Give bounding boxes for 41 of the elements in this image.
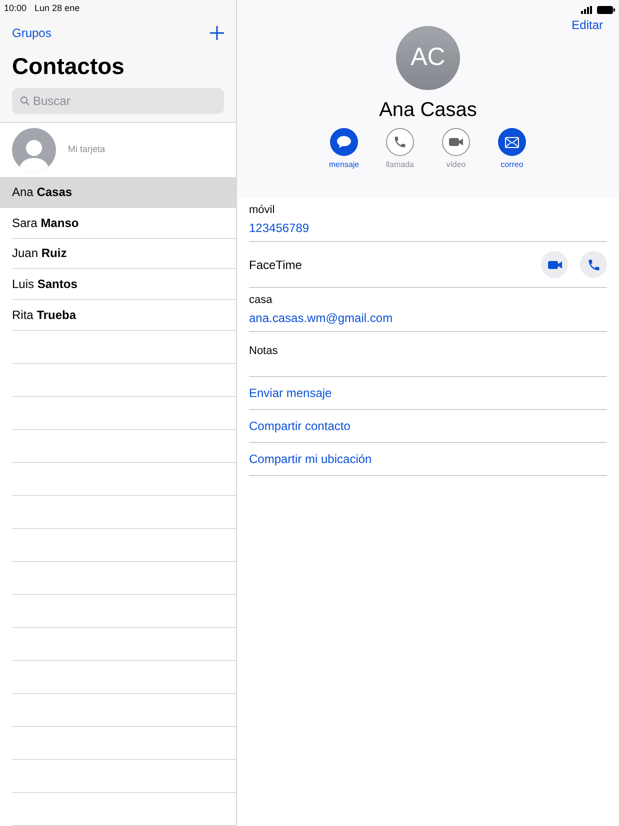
edit-link[interactable]: Editar bbox=[572, 16, 619, 34]
search-field[interactable]: Buscar bbox=[12, 88, 224, 114]
phone-icon bbox=[393, 135, 407, 149]
contact-item[interactable]: Juan Ruiz bbox=[12, 238, 236, 270]
signal-icon bbox=[581, 6, 593, 14]
page-title: Contactos bbox=[11, 52, 126, 81]
notes-label: Notas bbox=[249, 345, 278, 357]
action-link[interactable]: Compartir mi ubicación bbox=[249, 450, 372, 468]
contact-item[interactable]: Ana Casas bbox=[0, 177, 236, 208]
envelope-icon bbox=[505, 136, 519, 148]
audio-call-button[interactable] bbox=[580, 251, 607, 278]
video-camera-icon bbox=[448, 136, 464, 148]
status-date: Lun 28 ene bbox=[34, 2, 80, 15]
action-label: mensaje bbox=[328, 159, 360, 171]
contact-name: Ana Casas bbox=[379, 98, 477, 122]
field-label: FaceTime bbox=[249, 256, 302, 274]
action-label: correo bbox=[500, 159, 524, 171]
groups-link[interactable]: Grupos bbox=[12, 24, 52, 42]
action-button[interactable] bbox=[386, 128, 414, 156]
action-link[interactable]: Compartir contacto bbox=[249, 417, 350, 435]
avatar-silhouette bbox=[12, 128, 56, 172]
action-label: llamada bbox=[386, 159, 414, 171]
field-label: móvil bbox=[249, 203, 276, 218]
battery-icon bbox=[597, 6, 615, 14]
action-label: vídeo bbox=[446, 159, 466, 171]
speech-bubble-icon bbox=[336, 135, 352, 149]
field-label: casa bbox=[249, 293, 274, 308]
action-button[interactable] bbox=[442, 128, 470, 156]
my-card-label: Mi tarjeta bbox=[68, 143, 106, 156]
action-link[interactable]: Enviar mensaje bbox=[249, 384, 332, 402]
field-value[interactable]: 123456789 bbox=[249, 218, 607, 237]
action-button[interactable] bbox=[330, 128, 358, 156]
search-icon bbox=[20, 96, 30, 106]
status-time: 10:00 bbox=[4, 2, 27, 15]
phone-icon bbox=[586, 258, 600, 272]
avatar-initials: AC bbox=[396, 26, 460, 90]
video-camera-icon bbox=[546, 258, 562, 270]
video-call-button[interactable] bbox=[541, 251, 568, 278]
field-value[interactable]: ana.casas.wm@gmail.com bbox=[249, 308, 607, 327]
action-button[interactable] bbox=[498, 128, 526, 156]
add-icon[interactable] bbox=[210, 26, 224, 40]
